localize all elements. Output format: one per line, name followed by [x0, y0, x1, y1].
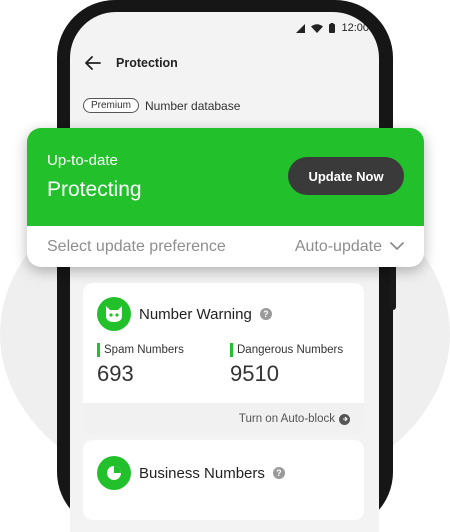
number-warning-card: Number Warning ? Spam Numbers 693 Danger…	[83, 283, 364, 435]
update-preference-value: Auto-update	[294, 237, 382, 255]
battery-icon	[329, 23, 336, 33]
cat-shield-icon	[97, 297, 131, 331]
chevron-down-icon	[390, 242, 404, 250]
dangerous-numbers-count: 9510	[230, 361, 279, 386]
business-numbers-header: Business Numbers ?	[97, 456, 285, 490]
business-numbers-title: Business Numbers	[139, 464, 265, 482]
status-time: 12:00	[341, 22, 369, 34]
spam-numbers-label-row: Spam Numbers	[97, 343, 184, 357]
status-bar: 12:00	[296, 20, 369, 36]
spam-numbers-count: 693	[97, 361, 134, 386]
protection-status-banner: Up-to-date Protecting Update Now	[27, 128, 424, 226]
wifi-icon	[311, 23, 324, 33]
protection-status-card: Up-to-date Protecting Update Now Select …	[27, 128, 424, 267]
database-row: Premium Number database	[83, 98, 240, 113]
help-icon[interactable]: ?	[259, 308, 272, 320]
auto-block-label: Turn on Auto-block	[238, 413, 335, 425]
spam-numbers-stat[interactable]: Spam Numbers 693	[97, 343, 184, 387]
dangerous-numbers-label: Dangerous Numbers	[237, 344, 344, 356]
signal-icon	[296, 23, 306, 33]
update-now-button[interactable]: Update Now	[288, 157, 404, 195]
status-subtitle: Up-to-date	[47, 152, 118, 169]
help-icon[interactable]: ?	[272, 467, 285, 479]
arrow-right-circle-icon	[339, 413, 350, 425]
back-arrow-icon[interactable]	[82, 52, 104, 74]
number-warning-title: Number Warning	[139, 305, 252, 323]
status-title: Protecting	[47, 178, 142, 201]
spam-indicator-bar	[97, 343, 100, 357]
business-icon	[97, 456, 131, 490]
premium-badge: Premium	[83, 98, 140, 113]
number-warning-header: Number Warning ?	[97, 297, 272, 331]
page-title: Protection	[116, 56, 178, 70]
auto-block-link[interactable]: Turn on Auto-block	[83, 403, 364, 435]
update-preference-label: Select update preference	[47, 237, 226, 255]
dangerous-indicator-bar	[230, 343, 233, 357]
dangerous-numbers-stat[interactable]: Dangerous Numbers 9510	[230, 343, 343, 387]
app-header: Protection	[82, 52, 178, 74]
business-numbers-card: Business Numbers ?	[83, 440, 364, 520]
update-preference-row[interactable]: Select update preference Auto-update	[27, 226, 424, 267]
spam-numbers-label: Spam Numbers	[104, 344, 184, 356]
database-label: Number database	[145, 98, 241, 113]
dangerous-numbers-label-row: Dangerous Numbers	[230, 343, 343, 357]
update-preference-select[interactable]: Auto-update	[295, 238, 404, 256]
